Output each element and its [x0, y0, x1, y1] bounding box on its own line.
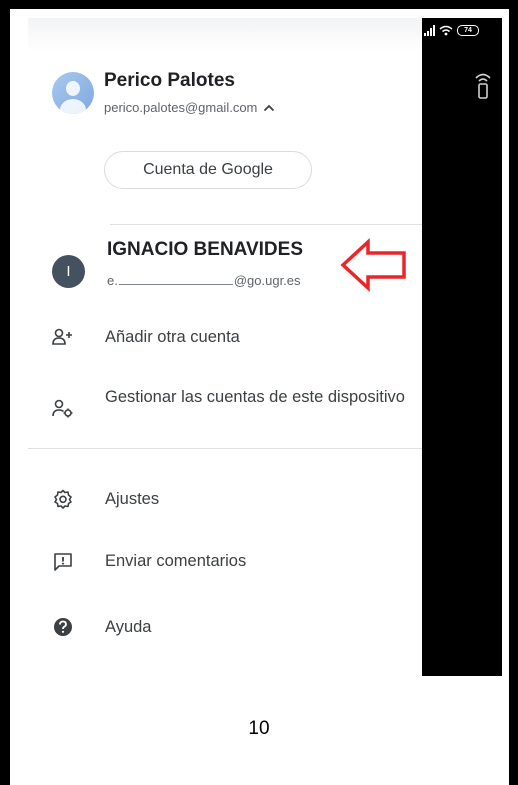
primary-account-switcher[interactable]: perico.palotes@gmail.com — [104, 100, 275, 115]
primary-account-name: Perico Palotes — [104, 70, 235, 91]
secondary-account-name[interactable]: IGNACIO BENAVIDES — [107, 239, 303, 261]
menu-label-add-account: Añadir otra cuenta — [105, 328, 240, 346]
menu-divider — [28, 448, 422, 449]
page-number: 10 — [248, 718, 270, 739]
secondary-account-email: e. @go.ugr.es — [107, 273, 301, 288]
help-icon — [52, 616, 74, 638]
drawer-header-fade — [28, 18, 422, 54]
header-divider — [110, 224, 422, 225]
menu-item-settings[interactable]: Ajustes — [28, 488, 422, 510]
menu-item-add-account[interactable]: Añadir otra cuenta — [28, 326, 422, 348]
gear-icon — [52, 488, 74, 510]
redacted-email-line — [118, 275, 233, 285]
chevron-up-icon[interactable] — [263, 104, 275, 112]
red-arrow-annotation — [340, 238, 406, 292]
primary-account-email: perico.palotes@gmail.com — [104, 100, 258, 115]
menu-label-manage-accounts: Gestionar las cuentas de este dispositiv… — [105, 388, 405, 406]
signal-icon — [424, 25, 435, 36]
manage-accounts-icon — [52, 398, 74, 420]
avatar-head — [66, 81, 80, 96]
wifi-icon — [439, 25, 453, 36]
menu-label-settings: Ajustes — [105, 490, 160, 508]
menu-label-feedback: Enviar comentarios — [105, 552, 247, 570]
menu-item-feedback[interactable]: Enviar comentarios — [28, 550, 422, 572]
page-right-border — [509, 0, 518, 785]
cast-icon[interactable] — [475, 72, 491, 100]
drawer-scrim[interactable] — [422, 18, 502, 676]
menu-item-help[interactable]: Ayuda — [28, 616, 422, 638]
feedback-icon — [52, 550, 74, 572]
page-top-border — [0, 0, 518, 9]
battery-level: 74 — [464, 27, 472, 34]
phone-screen: 74 Perico Palotes perico.palotes@gmail.c… — [28, 18, 502, 676]
avatar-body — [60, 99, 86, 114]
google-account-button[interactable]: Cuenta de Google — [104, 151, 312, 189]
page-left-border — [0, 0, 10, 785]
primary-avatar[interactable] — [52, 72, 94, 114]
menu-label-help: Ayuda — [105, 618, 152, 636]
battery-icon: 74 — [457, 25, 479, 36]
status-bar: 74 — [424, 25, 479, 36]
menu-item-manage-accounts[interactable]: Gestionar las cuentas de este dispositiv… — [28, 386, 422, 432]
secondary-email-domain: @go.ugr.es — [233, 273, 301, 288]
secondary-avatar[interactable]: I — [52, 255, 85, 288]
person-add-icon — [52, 326, 74, 348]
secondary-email-prefix: e. — [107, 273, 118, 288]
